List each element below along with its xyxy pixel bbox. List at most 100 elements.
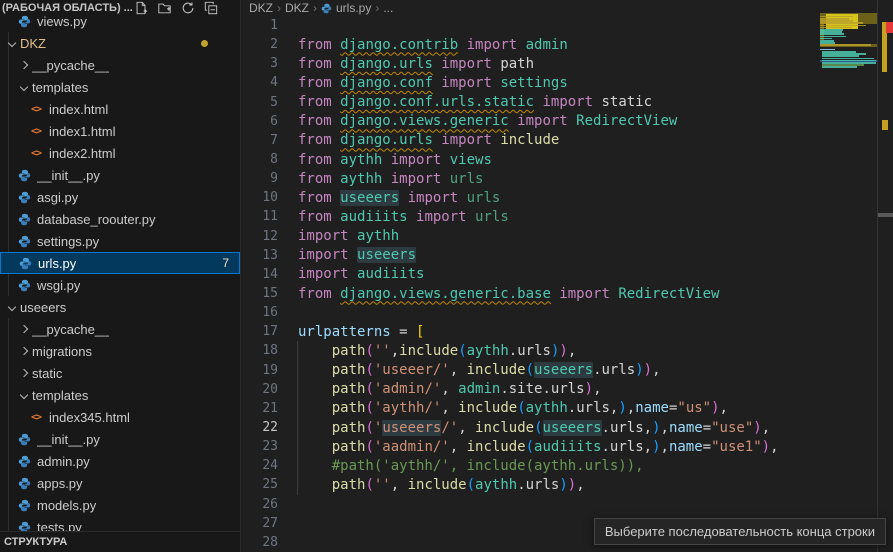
token: , <box>770 439 778 455</box>
tree-file-apps-py[interactable]: apps.py <box>0 472 240 494</box>
code-line-26[interactable]: 26 <box>241 495 893 514</box>
line-number[interactable]: 5 <box>241 95 278 110</box>
line-number[interactable]: 26 <box>241 497 278 512</box>
explorer-section-header[interactable]: (РАБОЧАЯ ОБЛАСТЬ) ... <box>0 0 240 15</box>
tree-file-settings-py[interactable]: settings.py <box>0 230 240 252</box>
code-line-2[interactable]: 2from django.contrib import admin <box>241 35 893 54</box>
tree-folder-useeers[interactable]: useeers <box>0 296 240 318</box>
line-number[interactable]: 13 <box>241 248 278 263</box>
tree-file-admin-py[interactable]: admin.py <box>0 450 240 472</box>
line-number[interactable]: 22 <box>241 420 278 435</box>
tree-file-wsgi-py[interactable]: wsgi.py <box>0 274 240 296</box>
tree-folder-migrations[interactable]: migrations <box>0 340 240 362</box>
code-line-17[interactable]: 17urlpatterns = [ <box>241 322 893 341</box>
code-line-20[interactable]: 20 path('admin/', admin.site.urls), <box>241 380 893 399</box>
code-line-13[interactable]: 13import useeers <box>241 246 893 265</box>
tree-folder--pycache-[interactable]: __pycache__ <box>0 54 240 76</box>
line-number[interactable]: 12 <box>241 229 278 244</box>
tree-file-index345-html[interactable]: <>index345.html <box>0 406 240 428</box>
outline-section-header[interactable]: СТРУКТУРА <box>0 531 240 552</box>
line-number[interactable]: 2 <box>241 37 278 52</box>
line-number[interactable]: 21 <box>241 401 278 416</box>
code-line-7[interactable]: 7from django.urls import include <box>241 131 893 150</box>
line-number[interactable]: 10 <box>241 190 278 205</box>
code-line-18[interactable]: 18 path('',include(aythh.urls)), <box>241 341 893 360</box>
line-number[interactable]: 24 <box>241 458 278 473</box>
line-content: path('', include(aythh.urls)), <box>298 477 585 493</box>
token: path <box>332 439 366 455</box>
code-line-23[interactable]: 23 path('aadmin/', include(audiiits.urls… <box>241 437 893 456</box>
line-number[interactable]: 4 <box>241 75 278 90</box>
tree-folder--pycache-[interactable]: __pycache__ <box>0 318 240 340</box>
code-line-12[interactable]: 12import aythh <box>241 227 893 246</box>
file-label: wsgi.py <box>37 278 80 293</box>
line-number[interactable]: 8 <box>241 152 278 167</box>
collapse-all-icon[interactable] <box>204 1 218 15</box>
breadcrumb-item[interactable]: DKZ <box>249 1 273 15</box>
line-number[interactable]: 16 <box>241 305 278 320</box>
token: aythh <box>475 477 517 493</box>
minimap[interactable] <box>820 0 877 552</box>
code-line-21[interactable]: 21 path('aythh/', include(aythh.urls,),n… <box>241 399 893 418</box>
code-line-1[interactable]: 1 <box>241 16 893 35</box>
line-number[interactable]: 25 <box>241 477 278 492</box>
line-number[interactable]: 14 <box>241 267 278 282</box>
tree-folder-templates[interactable]: templates <box>0 76 240 98</box>
code-line-25[interactable]: 25 path('', include(aythh.urls)), <box>241 475 893 494</box>
code-line-11[interactable]: 11from audiiits import urls <box>241 207 893 226</box>
breadcrumb-item[interactable]: ... <box>383 1 393 15</box>
line-number[interactable]: 3 <box>241 56 278 71</box>
tree-file-index2-html[interactable]: <>index2.html <box>0 142 240 164</box>
code-line-19[interactable]: 19 path('useeer/', include(useeers.urls)… <box>241 361 893 380</box>
tree-file-index-html[interactable]: <>index.html <box>0 98 240 120</box>
tree-file-models-py[interactable]: models.py <box>0 494 240 516</box>
refresh-icon[interactable] <box>181 1 195 15</box>
line-number[interactable]: 6 <box>241 114 278 129</box>
line-number[interactable]: 15 <box>241 286 278 301</box>
tree-folder-dkz[interactable]: DKZ <box>0 32 240 54</box>
code-line-9[interactable]: 9from aythh import urls <box>241 169 893 188</box>
token: #path('aythh/', include(aythh.urls)), <box>298 458 644 474</box>
token: ) <box>559 477 567 493</box>
code-line-3[interactable]: 3from django.urls import path <box>241 54 893 73</box>
tree-file-asgi-py[interactable]: asgi.py <box>0 186 240 208</box>
line-number[interactable]: 19 <box>241 363 278 378</box>
new-file-icon[interactable] <box>134 1 148 15</box>
code-line-4[interactable]: 4from django.conf import settings <box>241 73 893 92</box>
line-number[interactable]: 9 <box>241 171 278 186</box>
token: settings <box>500 75 567 91</box>
code-line-16[interactable]: 16 <box>241 303 893 322</box>
token: "use1" <box>711 439 762 455</box>
line-number[interactable]: 11 <box>241 209 278 224</box>
tree-file--init-py[interactable]: __init__.py <box>0 428 240 450</box>
code-line-15[interactable]: 15from django.views.generic.base import … <box>241 284 893 303</box>
code-line-14[interactable]: 14import audiiits <box>241 265 893 284</box>
tree-file-database-roouter-py[interactable]: database_roouter.py <box>0 208 240 230</box>
code-line-10[interactable]: 10from useeers import urls <box>241 188 893 207</box>
line-number[interactable]: 20 <box>241 382 278 397</box>
line-number[interactable]: 18 <box>241 343 278 358</box>
tree-folder-templates[interactable]: templates <box>0 384 240 406</box>
tree-folder-static[interactable]: static <box>0 362 240 384</box>
code-line-5[interactable]: 5from django.conf.urls.static import sta… <box>241 93 893 112</box>
line-number[interactable]: 28 <box>241 535 278 550</box>
tree-file-urls-py[interactable]: urls.py7 <box>0 252 240 274</box>
line-number[interactable]: 17 <box>241 324 278 339</box>
line-content: path('useeers/', include(useeers.urls,),… <box>298 420 770 436</box>
new-folder-icon[interactable] <box>157 1 172 15</box>
breadcrumb-item[interactable]: urls.py <box>336 1 371 15</box>
line-number[interactable]: 27 <box>241 516 278 531</box>
code-line-24[interactable]: 24 #path('aythh/', include(aythh.urls)), <box>241 456 893 475</box>
token: = <box>703 439 711 455</box>
line-number[interactable]: 1 <box>241 18 278 33</box>
tree-file--init-py[interactable]: __init__.py <box>0 164 240 186</box>
token: include <box>458 400 517 416</box>
line-number[interactable]: 7 <box>241 133 278 148</box>
code-line-22[interactable]: 22 path('useeers/', include(useeers.urls… <box>241 418 893 437</box>
code-line-8[interactable]: 8from aythh import views <box>241 150 893 169</box>
outline-section-label: СТРУКТУРА <box>0 536 67 548</box>
line-number[interactable]: 23 <box>241 439 278 454</box>
breadcrumb-item[interactable]: DKZ <box>285 1 309 15</box>
code-line-6[interactable]: 6from django.views.generic import Redire… <box>241 112 893 131</box>
tree-file-index1-html[interactable]: <>index1.html <box>0 120 240 142</box>
